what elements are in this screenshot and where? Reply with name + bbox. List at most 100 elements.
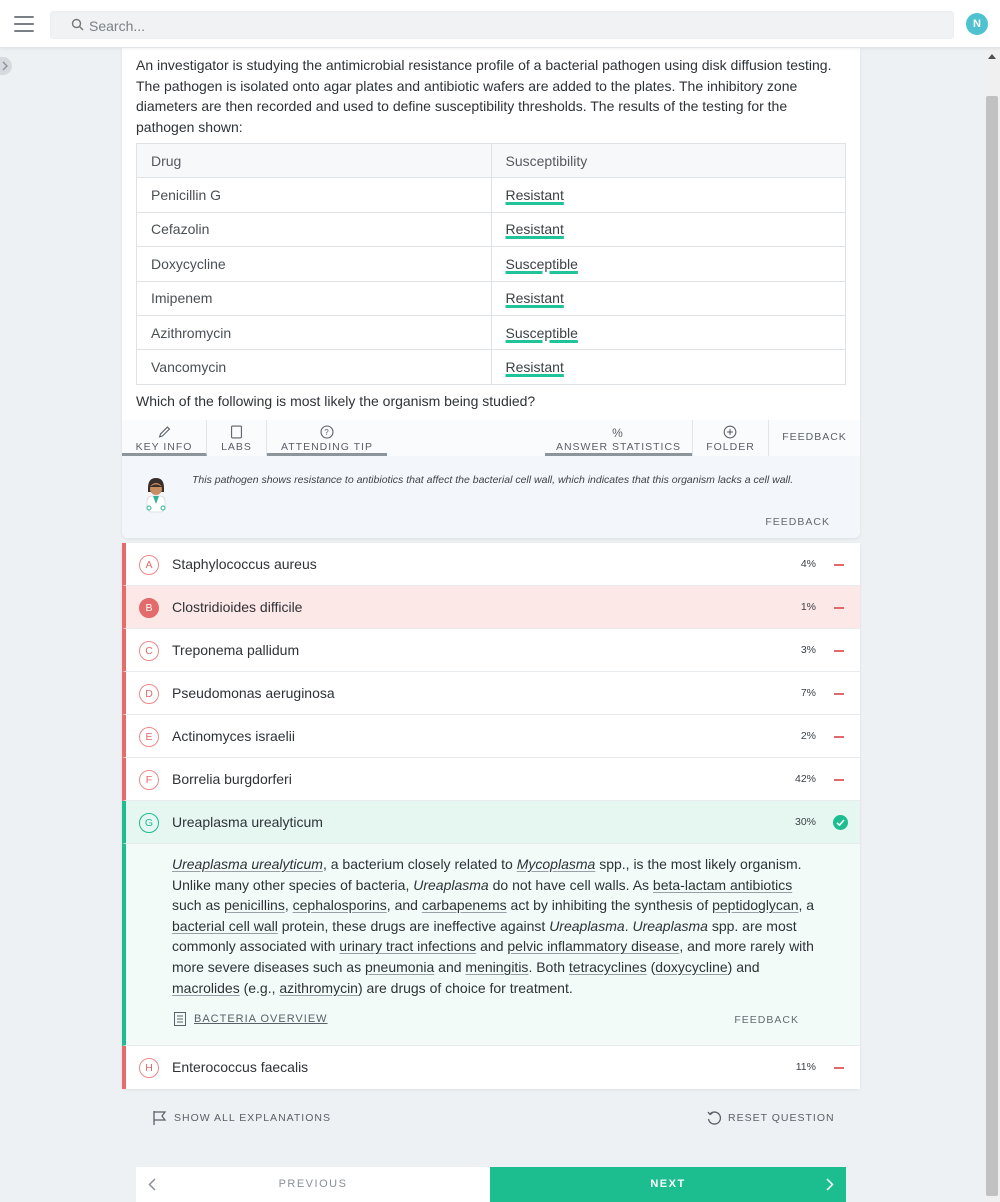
drug-cell: Imipenem: [136, 280, 492, 316]
term-link[interactable]: macrolides: [172, 980, 240, 996]
susceptibility-link[interactable]: Resistant: [506, 187, 564, 203]
term-link[interactable]: peptidoglycan: [712, 897, 798, 913]
link-label: BACTERIA OVERVIEW: [194, 1012, 328, 1025]
tip-feedback-button[interactable]: FEEDBACK: [765, 516, 830, 528]
term-link[interactable]: cephalosporins: [293, 897, 387, 913]
text-span: , and: [386, 897, 422, 914]
scroll-thumb[interactable]: [986, 96, 998, 1196]
search-icon: [71, 18, 84, 31]
search-box[interactable]: [50, 11, 954, 39]
tab-label: LABS: [221, 441, 252, 453]
text-span: and: [434, 958, 466, 975]
header-drug: Drug: [136, 142, 492, 179]
susceptibility-link[interactable]: Susceptible: [506, 325, 578, 341]
susceptibility-cell: Susceptible: [490, 314, 846, 351]
previous-button[interactable]: PREVIOUS: [136, 1167, 490, 1202]
answer-text: Ureaplasma urealyticum: [172, 814, 323, 830]
answer-percent: 1%: [800, 601, 816, 613]
text-span: ) and: [727, 958, 760, 975]
term-link[interactable]: tetracyclines: [569, 959, 647, 975]
term-link[interactable]: penicillins: [224, 897, 285, 913]
term-link[interactable]: doxycycline: [655, 959, 727, 975]
explanation-text: Ureaplasma urealyticum, a bacterium clos…: [172, 854, 822, 998]
minus-icon: [834, 650, 844, 652]
term-link[interactable]: carbapenems: [422, 897, 507, 913]
drug-cell: Doxycycline: [136, 246, 492, 282]
chevron-right-icon: [2, 61, 8, 71]
bacteria-overview-link[interactable]: BACTERIA OVERVIEW: [174, 1012, 328, 1026]
table-row: Imipenem Resistant: [136, 280, 846, 316]
tab-attending-tip[interactable]: ? ATTENDING TIP: [267, 420, 387, 456]
drug-cell: Penicillin G: [136, 177, 492, 213]
tab-answer-statistics[interactable]: % ANSWER STATISTICS: [545, 420, 692, 456]
term-link[interactable]: Ureaplasma urealyticum: [172, 856, 323, 872]
term-link[interactable]: beta-lactam antibiotics: [653, 877, 792, 893]
tab-folder[interactable]: FOLDER: [692, 420, 769, 456]
susceptibility-link[interactable]: Susceptible: [506, 256, 578, 272]
answer-letter: G: [139, 813, 159, 833]
pencil-icon: [158, 426, 171, 438]
term-link[interactable]: pelvic inflammatory disease: [507, 938, 679, 954]
table-row: Cefazolin Resistant: [136, 211, 846, 248]
answer-choice-d[interactable]: D Pseudomonas aeruginosa 7%: [122, 672, 860, 715]
question-prompt: Which of the following is most likely th…: [136, 393, 536, 409]
term-link[interactable]: Mycoplasma: [517, 856, 596, 872]
term-link[interactable]: azithromycin: [279, 980, 358, 996]
answer-text: Actinomyces israelii: [172, 728, 295, 744]
susceptibility-link[interactable]: Resistant: [506, 290, 564, 306]
svg-text:?: ?: [324, 428, 329, 437]
answer-percent: 42%: [794, 773, 816, 785]
next-button[interactable]: NEXT: [490, 1167, 846, 1202]
minus-icon: [834, 607, 844, 609]
susceptibility-link[interactable]: Resistant: [506, 359, 564, 375]
tab-label: ATTENDING TIP: [281, 441, 373, 453]
chevron-right-icon: [826, 1178, 834, 1191]
drug-cell: Cefazolin: [136, 211, 492, 248]
scroll-up-arrow[interactable]: [988, 54, 996, 59]
text-span: Ureaplasma: [549, 917, 625, 934]
answer-choice-h[interactable]: H Enterococcus faecalis 11%: [122, 1046, 860, 1089]
minus-icon: [834, 779, 844, 781]
text-span: (e.g.,: [239, 979, 280, 996]
answer-letter: E: [139, 727, 159, 747]
term-link[interactable]: meningitis: [465, 959, 528, 975]
susceptibility-cell: Resistant: [490, 280, 846, 316]
percent-icon: %: [612, 426, 623, 440]
search-input[interactable]: [89, 15, 939, 37]
tab-feedback[interactable]: FEEDBACK: [769, 420, 860, 456]
answer-letter: H: [139, 1058, 159, 1078]
answer-choice-b[interactable]: B Clostridioides difficile 1%: [122, 586, 860, 629]
text-span: Ureaplasma: [632, 917, 708, 934]
menu-icon[interactable]: [14, 16, 34, 32]
answer-letter: F: [139, 770, 159, 790]
tab-labs[interactable]: LABS: [207, 420, 267, 456]
reset-question-button[interactable]: RESET QUESTION: [706, 1110, 835, 1126]
show-all-explanations-button[interactable]: SHOW ALL EXPLANATIONS: [152, 1110, 331, 1126]
answer-text: Treponema pallidum: [172, 642, 300, 658]
answer-choice-e[interactable]: E Actinomyces israelii 2%: [122, 715, 860, 758]
susceptibility-link[interactable]: Resistant: [506, 221, 564, 237]
attending-tip-panel: This pathogen shows resistance to antibi…: [122, 456, 860, 538]
answer-choice-f[interactable]: F Borrelia burgdorferi 42%: [122, 758, 860, 801]
answer-choice-c[interactable]: C Treponema pallidum 3%: [122, 629, 860, 672]
answer-choice-a[interactable]: A Staphylococcus aureus 4%: [122, 543, 860, 586]
minus-icon: [834, 736, 844, 738]
attending-tip-text: This pathogen shows resistance to antibi…: [192, 474, 794, 486]
answer-choice-g[interactable]: G Ureaplasma urealyticum 30%: [122, 801, 860, 844]
header-susceptibility: Susceptibility: [490, 142, 846, 179]
chevron-left-icon: [148, 1178, 156, 1191]
question-tabs: KEY INFO LABS ? ATTENDING TIP % ANSWER S…: [122, 420, 860, 456]
term-link[interactable]: pneumonia: [365, 959, 434, 975]
scrollbar[interactable]: [984, 48, 1000, 1202]
explanation-feedback-button[interactable]: FEEDBACK: [734, 1014, 799, 1026]
top-bar: N: [0, 0, 1000, 48]
tab-key-info[interactable]: KEY INFO: [122, 420, 207, 456]
show-all-label: SHOW ALL EXPLANATIONS: [174, 1111, 331, 1124]
minus-icon: [834, 693, 844, 695]
term-link[interactable]: bacterial cell wall: [172, 918, 278, 934]
sidebar-toggle[interactable]: [0, 57, 12, 75]
question-card: An investigator is studying the antimicr…: [122, 48, 860, 538]
user-avatar[interactable]: N: [966, 13, 988, 35]
answer-text: Borrelia burgdorferi: [172, 771, 292, 787]
term-link[interactable]: urinary tract infections: [339, 938, 476, 954]
